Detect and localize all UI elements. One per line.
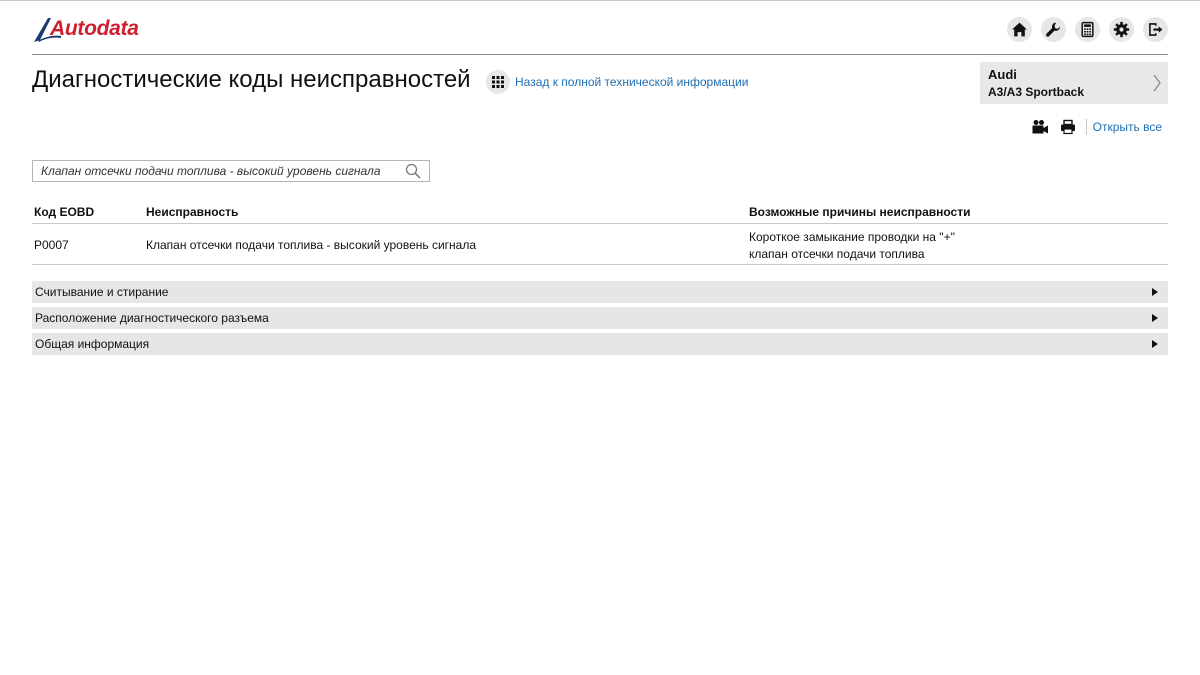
video-button[interactable] — [1030, 118, 1050, 136]
section-diagnostic-connector-location[interactable]: Расположение диагностического разъема — [32, 307, 1168, 329]
dtc-table: Код EOBD Неисправность Возможные причины… — [32, 198, 1168, 265]
wrench-icon — [1046, 22, 1061, 37]
triangle-right-icon — [1152, 288, 1158, 296]
autodata-logo[interactable]: Autodata — [32, 14, 162, 46]
calculator-button[interactable] — [1075, 17, 1100, 42]
triangle-right-icon — [1152, 340, 1158, 348]
section-read-and-clear[interactable]: Считывание и стирание — [32, 281, 1168, 303]
print-button[interactable] — [1058, 118, 1078, 136]
cell-cause: Короткое замыкание проводки на "+" — [749, 230, 955, 244]
open-all-link[interactable]: Открыть все — [1093, 120, 1162, 134]
top-toolbar — [1007, 17, 1168, 42]
printer-icon — [1060, 119, 1075, 135]
column-header-causes: Возможные причины неисправности — [749, 205, 971, 219]
grid-icon — [492, 76, 504, 88]
logo-text: Autodata — [50, 17, 139, 40]
cell-fault: Клапан отсечки подачи топлива - высокий … — [146, 238, 477, 252]
video-camera-icon — [1032, 120, 1048, 134]
top-border — [0, 0, 1200, 1]
column-header-fault: Неисправность — [146, 205, 239, 219]
gear-icon — [1113, 21, 1130, 38]
technical-data-button[interactable] — [1041, 17, 1066, 42]
column-header-code: Код EOBD — [34, 205, 95, 219]
page-title: Диагностические коды неисправностей — [32, 66, 471, 93]
chevron-right-icon — [1153, 74, 1161, 92]
calculator-icon — [1081, 21, 1094, 38]
vehicle-model: A3/A3 Sportback — [988, 85, 1085, 99]
app-header: Autodata — [32, 14, 1168, 55]
settings-button[interactable] — [1109, 17, 1134, 42]
home-icon — [1012, 22, 1027, 37]
section-general-information[interactable]: Общая информация — [32, 333, 1168, 355]
table-header: Код EOBD Неисправность Возможные причины… — [32, 198, 1168, 224]
info-sections: Считывание и стирание Расположение диагн… — [32, 281, 1168, 359]
menu-grid-button[interactable] — [486, 70, 510, 94]
triangle-right-icon — [1152, 314, 1158, 322]
section-label: Расположение диагностического разъема — [35, 311, 269, 325]
table-row: P0007 Клапан отсечки подачи топлива - вы… — [32, 224, 1168, 265]
logout-icon — [1149, 23, 1163, 36]
search-box — [32, 160, 430, 182]
search-icon[interactable] — [405, 163, 421, 179]
section-label: Общая информация — [35, 337, 150, 351]
cell-cause: клапан отсечки подачи топлива — [749, 247, 925, 261]
cell-code: P0007 — [34, 238, 69, 252]
vehicle-make: Audi — [988, 67, 1017, 82]
vehicle-selector[interactable]: Audi A3/A3 Sportback — [980, 62, 1168, 104]
back-to-technical-info-link[interactable]: Назад к полной технической информации — [515, 75, 748, 89]
logout-button[interactable] — [1143, 17, 1168, 42]
home-button[interactable] — [1007, 17, 1032, 42]
section-label: Считывание и стирание — [35, 285, 169, 299]
tools-divider — [1085, 119, 1087, 135]
page-tools: Открыть все — [1022, 118, 1162, 136]
search-input[interactable] — [33, 161, 409, 181]
